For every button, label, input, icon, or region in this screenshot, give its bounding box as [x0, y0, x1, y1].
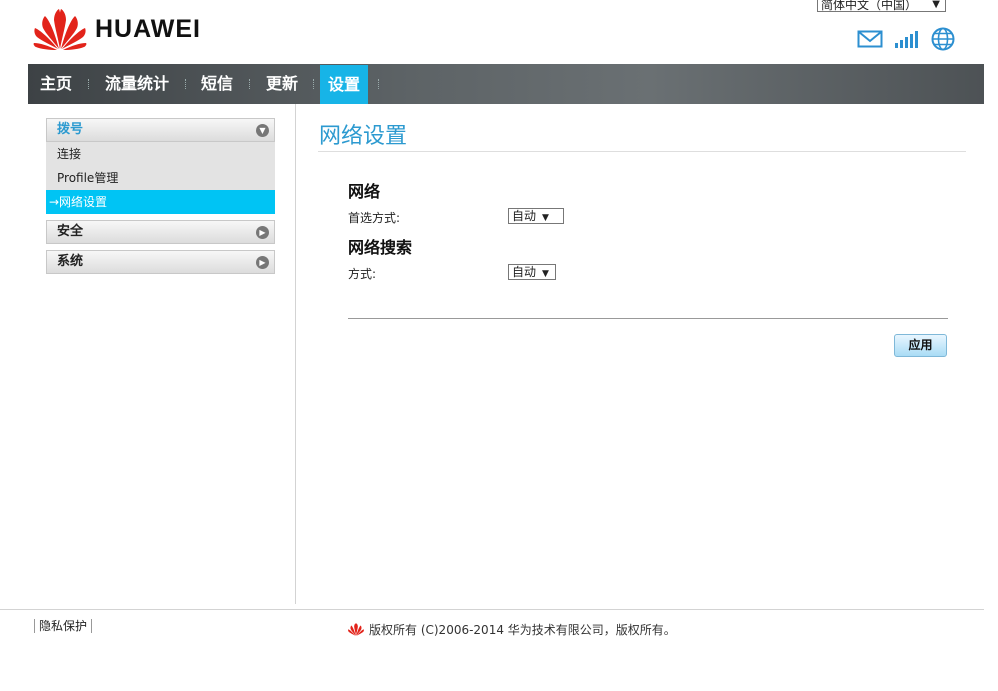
- nav-sms[interactable]: 短信: [201, 64, 233, 104]
- expand-icon: ▶: [256, 226, 269, 239]
- copyright: 版权所有 (C)2006-2014 华为技术有限公司，版权所有。: [347, 621, 676, 638]
- footer-divider: [0, 609, 984, 610]
- nav-divider: [249, 79, 251, 89]
- chevron-down-icon: ▼: [542, 269, 549, 279]
- language-select[interactable]: 简体中文（中国） ▼: [817, 0, 946, 12]
- apply-button[interactable]: 应用: [894, 334, 947, 357]
- nav-update[interactable]: 更新: [266, 64, 298, 104]
- nav-divider: [185, 79, 187, 89]
- chevron-down-icon: ▼: [932, 0, 940, 10]
- huawei-logo-icon: [33, 9, 87, 50]
- sidebar-item-profile[interactable]: Profile管理: [46, 166, 275, 190]
- huawei-logo-small-icon: [348, 623, 364, 636]
- sidebar-group-label: 安全: [57, 224, 84, 239]
- globe-icon: [931, 27, 955, 51]
- status-bar: [857, 27, 955, 51]
- sidebar-item-network-settings[interactable]: →网络设置: [46, 190, 275, 214]
- content-divider: [295, 104, 296, 604]
- page-title: 网络设置: [319, 124, 408, 149]
- mail-icon[interactable]: [857, 30, 883, 48]
- sidebar: 拨号 ▼ 连接 Profile管理 →网络设置 安全 ▶ 系统 ▶: [46, 118, 275, 274]
- form-divider: [348, 318, 948, 319]
- search-mode-select[interactable]: 自动 ▼: [508, 264, 556, 280]
- section-network-title: 网络: [348, 182, 381, 201]
- brand-logo: HUAWEI: [33, 7, 201, 51]
- sidebar-group-security[interactable]: 安全 ▶: [46, 220, 275, 244]
- search-mode-label: 方式:: [348, 267, 377, 281]
- expand-icon: ▶: [256, 256, 269, 269]
- nav-divider: [313, 79, 315, 89]
- nav-traffic-stats[interactable]: 流量统计: [105, 64, 169, 104]
- nav-home[interactable]: 主页: [40, 64, 72, 104]
- sidebar-group-label: 系统: [57, 254, 84, 269]
- collapse-icon: ▼: [256, 124, 269, 137]
- signal-icon: [895, 31, 918, 48]
- main-nav: 主页 流量统计 短信 更新 设置: [28, 64, 984, 104]
- privacy-link[interactable]: 隐私保护: [34, 619, 93, 633]
- section-search-title: 网络搜索: [348, 238, 413, 257]
- preferred-mode-value: 自动: [512, 209, 537, 223]
- preferred-mode-label: 首选方式:: [348, 211, 401, 225]
- chevron-down-icon: ▼: [542, 213, 549, 223]
- nav-divider: [88, 79, 90, 89]
- sidebar-group-label: 拨号: [57, 122, 84, 137]
- preferred-mode-select[interactable]: 自动 ▼: [508, 208, 564, 224]
- nav-divider: [378, 79, 380, 89]
- sidebar-group-system[interactable]: 系统 ▶: [46, 250, 275, 274]
- search-mode-value: 自动: [512, 265, 537, 279]
- sidebar-item-connection[interactable]: 连接: [46, 142, 275, 166]
- sidebar-submenu: 连接 Profile管理 →网络设置: [46, 142, 275, 214]
- brand-name: HUAWEI: [95, 14, 201, 43]
- sidebar-group-dialup[interactable]: 拨号 ▼: [46, 118, 275, 142]
- nav-settings[interactable]: 设置: [320, 65, 369, 104]
- title-divider: [318, 151, 966, 152]
- copyright-text: 版权所有 (C)2006-2014 华为技术有限公司，版权所有。: [369, 623, 676, 637]
- language-select-value: 简体中文（中国）: [821, 0, 918, 12]
